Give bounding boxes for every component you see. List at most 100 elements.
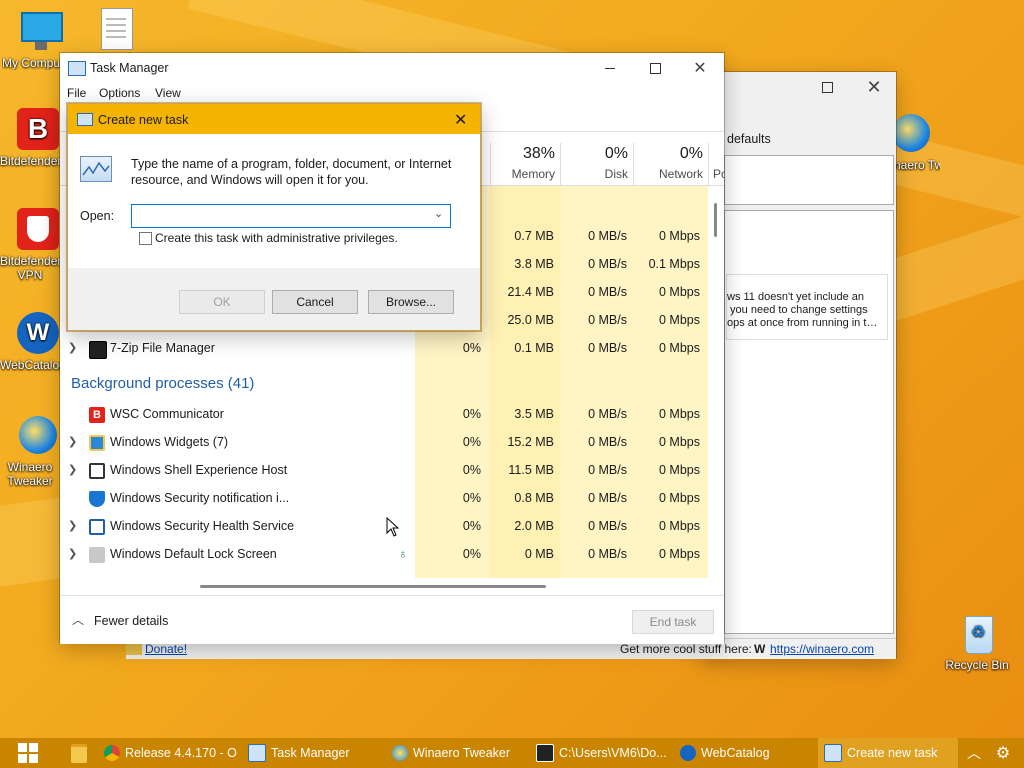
maximize-icon [821,81,833,93]
expand-chevron-icon[interactable]: ❯ [68,547,77,560]
taskbar-item-7zip[interactable]: C:\Users\VM6\Do... [536,738,670,768]
chrome-icon [104,745,120,761]
network-cell: 0 Mbps [659,313,700,327]
expand-chevron-icon[interactable]: ❯ [68,463,77,476]
disk-cell: 0 MB/s [588,313,627,327]
end-task-button[interactable]: End task [632,610,714,634]
process-name: Windows Widgets (7) [110,435,229,449]
taskbar-item-chrome[interactable]: Release 4.4.170 - O... [104,738,238,768]
vertical-scrollbar-thumb[interactable] [714,203,717,237]
show-hidden-icons-button[interactable]: ︿ [962,738,986,768]
table-row[interactable]: ❯ 7-Zip File Manager 0% 0.1 MB 0 MB/s 0 … [60,335,722,363]
close-icon: ✕ [866,76,882,97]
table-row[interactable]: ❯ Windows Default Lock Screen ♁ 0% 0 MB … [60,541,722,569]
open-combobox[interactable]: ⌄ [131,204,451,228]
expand-chevron-icon[interactable]: ❯ [68,519,77,532]
horizontal-scrollbar-thumb[interactable] [200,585,546,588]
recycle-bin-icon: ♻ [955,612,999,656]
menu-file[interactable]: File [67,86,86,100]
menu-bar: File Options View [60,83,724,103]
cpu-cell: 0% [462,341,481,355]
winaero-tweaker-window[interactable]: ✕ defaults ws 11 doesn't yet include an … [700,72,896,658]
taskbar-item-webcatalog[interactable]: WebCatalog [680,738,812,768]
donate-link[interactable]: Donate! [145,642,187,656]
table-row[interactable]: B WSC Communicator 0% 3.5 MB 0 MB/s 0 Mb… [60,401,722,429]
gear-icon: ⚙ [995,745,1011,762]
dialog-title: Create new task [98,113,189,127]
taskbar-item-create-new-task[interactable]: Create new task [818,738,958,768]
table-row[interactable]: ❯ Windows Widgets (7) 0% 15.2 MB 0 MB/s … [60,429,722,457]
info-message: ws 11 doesn't yet include an you need to… [727,291,878,329]
browse-button[interactable]: Browse... [368,290,454,314]
table-row[interactable]: ❯ Windows Shell Experience Host 0% 11.5 … [60,457,722,485]
create-new-task-dialog[interactable]: Create new task ✕ Type the name of a pro… [67,103,481,331]
menu-options[interactable]: Options [99,86,140,100]
tab-defaults[interactable]: defaults [727,132,771,146]
desktop-icon-document[interactable] [80,8,150,54]
disk-cell: 0 MB/s [588,341,627,355]
start-button[interactable] [0,738,56,768]
column-power[interactable]: Po [708,143,725,185]
minimize-button[interactable] [740,72,784,102]
winaero-link[interactable]: https://winaero.com [770,642,874,656]
network-cell: 0 Mbps [659,285,700,299]
taskbar-item-label: Create new task [847,746,938,760]
taskbar-file-explorer[interactable] [66,738,96,768]
close-icon[interactable]: ✕ [454,110,467,130]
settings-button[interactable]: ⚙ [990,738,1016,768]
process-name: Windows Security Health Service [110,519,295,533]
task-manager-footer: ︿ Fewer details End task [60,595,724,644]
maximize-button[interactable] [633,53,677,83]
chevron-down-icon[interactable]: ⌄ [434,207,443,220]
disk-cell: 0 MB/s [588,519,627,533]
background-processes-header: Background processes (41) [71,375,255,392]
disk-label: Disk [604,167,628,181]
windows-logo-icon [18,743,38,763]
column-disk[interactable]: 0% Disk [560,143,634,185]
taskbar-item-label: C:\Users\VM6\Do... [559,746,667,760]
run-graph-icon [80,156,112,182]
close-icon: ✕ [693,60,707,77]
taskbar-item-winaero[interactable]: Winaero Tweaker [392,738,526,768]
cpu-cell: 0% [462,547,481,561]
network-cell: 0 Mbps [659,435,700,449]
taskbar-item-task-manager[interactable]: Task Manager [248,738,380,768]
network-cell: 0.1 Mbps [648,257,700,271]
desktop-icon-label: My Computer [2,56,62,70]
process-name: Windows Shell Experience Host [110,463,288,477]
desktop-icon-recycle-bin[interactable]: ♻ Recycle Bin [940,612,1014,672]
shell-host-icon [89,463,105,479]
cpu-cell: 0% [462,491,481,505]
cpu-cell: 0% [462,407,481,421]
column-memory[interactable]: 38% Memory [490,143,561,185]
cancel-button[interactable]: Cancel [272,290,358,314]
menu-view[interactable]: View [155,86,181,100]
process-name: Windows Default Lock Screen [110,547,277,561]
webcatalog-icon: W [15,312,59,356]
disk-cell: 0 MB/s [588,407,627,421]
open-label: Open: [80,209,115,223]
minimize-button[interactable] [588,53,632,83]
vpn-shield-icon [15,208,59,252]
winaero-w-icon: W [754,642,766,656]
column-network[interactable]: 0% Network [633,143,709,185]
disk-percent: 0% [604,145,628,162]
expand-chevron-icon[interactable]: ❯ [68,341,77,354]
process-name: WSC Communicator [110,407,224,421]
close-button[interactable]: ✕ [678,53,722,83]
fewer-details-link[interactable]: Fewer details [94,614,168,628]
expand-chevron-icon[interactable]: ❯ [68,435,77,448]
network-cell: 0 Mbps [659,491,700,505]
admin-checkbox[interactable] [139,232,152,245]
winaero-tweaker-icon [392,745,408,761]
open-input[interactable] [134,206,428,226]
close-button[interactable]: ✕ [852,72,896,102]
network-cell: 0 Mbps [659,341,700,355]
maximize-button[interactable] [805,72,849,102]
efficiency-leaf-icon: ♁ [398,546,408,561]
disk-cell: 0 MB/s [588,491,627,505]
table-row[interactable]: Windows Security notification i... 0% 0.… [60,485,722,513]
ok-button[interactable]: OK [179,290,265,314]
chevron-up-icon[interactable]: ︿ [72,611,84,628]
network-cell: 0 Mbps [659,407,700,421]
